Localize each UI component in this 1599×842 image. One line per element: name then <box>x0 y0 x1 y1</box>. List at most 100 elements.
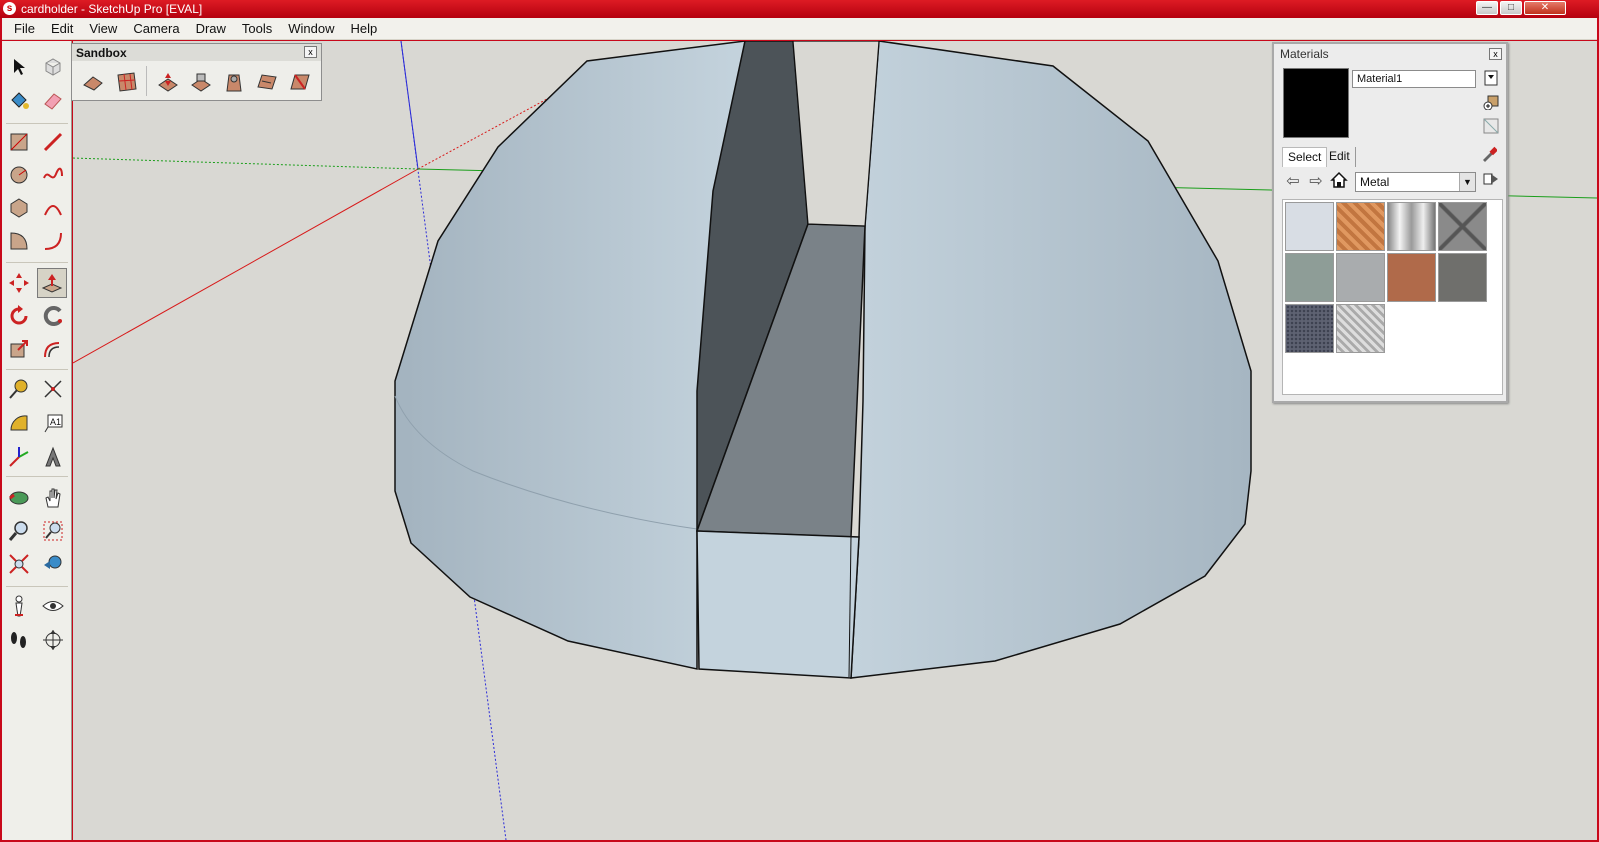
3d-text-icon <box>45 446 61 467</box>
metal-green-gray[interactable] <box>1285 253 1334 302</box>
metal-light-gray-texture[interactable] <box>1285 202 1334 251</box>
paint-bucket-tool[interactable] <box>4 86 34 116</box>
details-arrow-icon[interactable] <box>1481 171 1501 193</box>
minimize-button[interactable]: — <box>1476 1 1498 15</box>
position-camera-tool[interactable] <box>4 591 34 621</box>
material-name-field[interactable] <box>1352 70 1476 88</box>
push-pull-tool[interactable] <box>37 268 67 298</box>
toolbar-separator <box>6 369 68 370</box>
3d-text-tool[interactable] <box>38 442 68 472</box>
close-window-button[interactable]: ✕ <box>1524 1 1566 15</box>
move-arrows-icon <box>9 273 29 293</box>
previous-view-icon <box>44 555 62 569</box>
create-material-icon[interactable] <box>1482 94 1500 112</box>
rectangle-icon <box>10 133 28 151</box>
push-pull-icon <box>41 274 63 293</box>
dome-left-half[interactable] <box>394 41 746 670</box>
smoove-icon[interactable] <box>154 68 182 96</box>
two-point-arc-tool[interactable] <box>38 226 68 256</box>
pencil-line-tool[interactable] <box>38 127 68 157</box>
polygon-tool[interactable] <box>4 193 34 223</box>
home-icon[interactable] <box>1329 171 1349 193</box>
metal-brushed-chrome[interactable] <box>1387 202 1436 251</box>
zoom-window-tool[interactable] <box>38 516 68 546</box>
menu-window[interactable]: Window <box>280 18 342 40</box>
previous-view-tool[interactable] <box>38 549 68 579</box>
drape-icon[interactable] <box>220 68 248 96</box>
component-tool[interactable] <box>38 52 68 82</box>
protractor-icon <box>10 415 28 431</box>
scale-tool[interactable] <box>4 334 34 364</box>
forward-arrow-icon[interactable]: ⇨ <box>1306 171 1326 193</box>
materials-panel: Materials x Select Edit ⇦ ⇨ Metal ▼ <box>1272 42 1508 403</box>
menu-camera[interactable]: Camera <box>125 18 187 40</box>
paint-bucket-icon <box>11 92 29 109</box>
scale-icon <box>10 340 28 358</box>
menu-tools[interactable]: Tools <box>234 18 280 40</box>
rectangle-tool[interactable] <box>4 127 34 157</box>
toolbar-separator <box>6 262 68 263</box>
sample-paint-icon[interactable] <box>1480 146 1498 164</box>
look-around-tool[interactable] <box>38 591 68 621</box>
protractor-tool[interactable] <box>4 408 34 438</box>
dome-right-half[interactable] <box>850 41 1252 679</box>
library-dropdown[interactable]: Metal ▼ <box>1355 172 1476 192</box>
sandbox-close-button[interactable]: x <box>304 46 317 58</box>
dimension-icon <box>44 380 62 398</box>
menu-edit[interactable]: Edit <box>43 18 81 40</box>
material-preview-swatch[interactable] <box>1283 68 1349 138</box>
offset-tool[interactable] <box>38 334 68 364</box>
tab-select[interactable]: Select <box>1282 147 1328 167</box>
tab-edit[interactable]: Edit <box>1324 147 1356 167</box>
pencil-icon <box>43 132 63 152</box>
sketchup-app-icon[interactable]: s <box>3 2 16 15</box>
front-block-face[interactable] <box>696 530 860 679</box>
menu-file[interactable]: File <box>6 18 43 40</box>
default-material-icon[interactable] <box>1482 118 1500 136</box>
orbit-tool[interactable] <box>4 483 34 513</box>
zoom-extents-tool[interactable] <box>4 549 34 579</box>
freehand-tool[interactable] <box>38 160 68 190</box>
section-plane-tool[interactable] <box>38 625 68 655</box>
display-secondary-pane-icon[interactable] <box>1482 70 1500 88</box>
axes-tool[interactable] <box>4 442 34 472</box>
stamp-icon[interactable] <box>187 68 215 96</box>
circle-tool[interactable] <box>4 160 34 190</box>
move-tool[interactable] <box>4 268 34 298</box>
dimension-tool[interactable] <box>38 374 68 404</box>
blue-axis-solid <box>400 41 419 170</box>
walk-tool[interactable] <box>4 625 34 655</box>
metal-grate-x[interactable] <box>1438 202 1487 251</box>
large-tool-set-toolbar: A1 <box>2 41 72 840</box>
rotate-tool[interactable] <box>4 301 34 331</box>
metal-diamond-plate[interactable] <box>1336 304 1385 353</box>
pan-tool[interactable] <box>38 483 68 513</box>
sandbox-separator <box>146 66 147 96</box>
menu-draw[interactable]: Draw <box>188 18 234 40</box>
flip-edge-icon[interactable] <box>286 68 314 96</box>
zoom-window-icon <box>43 521 63 541</box>
library-nav-row: ⇦ ⇨ Metal ▼ <box>1283 171 1501 193</box>
zoom-tool[interactable] <box>4 516 34 546</box>
metal-blue-gray-dots[interactable] <box>1285 304 1334 353</box>
eye-icon <box>42 601 64 611</box>
from-contours-icon[interactable] <box>79 68 107 96</box>
metal-copper-pattern[interactable] <box>1336 202 1385 251</box>
metal-rusty-copper[interactable] <box>1387 253 1436 302</box>
menu-view[interactable]: View <box>81 18 125 40</box>
maximize-button[interactable]: □ <box>1500 1 1522 15</box>
menu-help[interactable]: Help <box>343 18 386 40</box>
eraser-tool[interactable] <box>38 86 68 116</box>
metal-gray-speckle[interactable] <box>1336 253 1385 302</box>
select-tool[interactable] <box>4 52 34 82</box>
arc-tool[interactable] <box>38 193 68 223</box>
materials-close-button[interactable]: x <box>1489 48 1502 60</box>
add-detail-icon[interactable] <box>253 68 281 96</box>
metal-dark-gray[interactable] <box>1438 253 1487 302</box>
tape-measure-tool[interactable] <box>4 374 34 404</box>
from-scratch-icon[interactable] <box>113 68 141 96</box>
follow-me-tool[interactable] <box>38 301 68 331</box>
pie-tool[interactable] <box>4 226 34 256</box>
text-tool[interactable]: A1 <box>38 408 68 438</box>
back-arrow-icon[interactable]: ⇦ <box>1283 171 1303 193</box>
